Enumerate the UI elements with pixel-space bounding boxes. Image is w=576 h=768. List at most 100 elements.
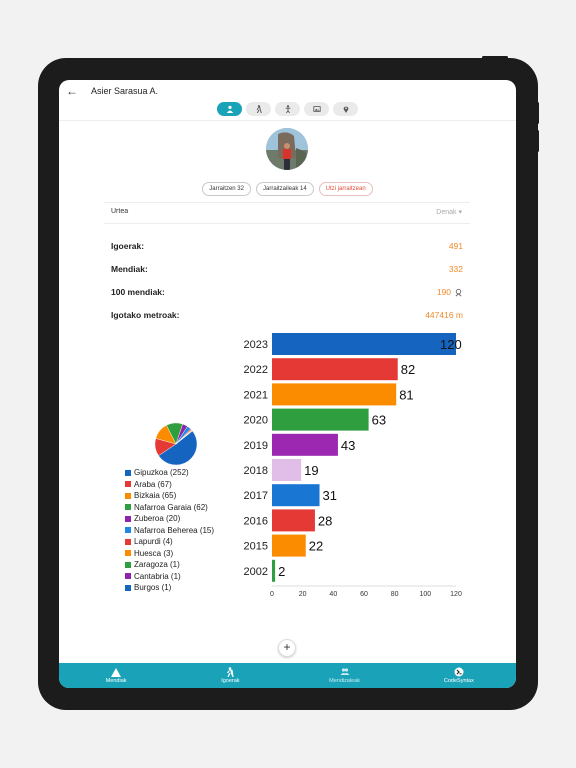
hiker-icon xyxy=(256,105,262,113)
year-bar-chart: 2023 1202022 822021 812020 632019 432018 19201… xyxy=(244,333,462,598)
profile-photo xyxy=(266,128,308,170)
follow-actions: Jarraitzen 32 Jarraitzaileak 14 Utzi jar… xyxy=(59,182,516,196)
mountain-icon xyxy=(111,668,122,677)
legend-item: Lapurdi (4) xyxy=(125,536,214,548)
page-title: Asier Sarasua A. xyxy=(91,86,159,96)
x-tick-label: 40 xyxy=(329,591,337,598)
bar-value-label: 31 xyxy=(323,488,337,503)
divider xyxy=(104,223,470,224)
legend-item: Huesca (3) xyxy=(125,548,214,560)
legend-item: Gipuzkoa (252) xyxy=(125,467,214,479)
year-select-value: Denak xyxy=(436,209,457,216)
bar xyxy=(272,459,302,481)
bar-category-label: 2023 xyxy=(244,339,268,351)
device-side-button xyxy=(536,130,539,152)
nav-label: Igoerak xyxy=(221,678,240,684)
nav-label: CodeSyntax xyxy=(443,678,474,684)
bar-category-label: 2019 xyxy=(244,440,268,452)
hiker-icon xyxy=(227,667,234,677)
province-pie-chart xyxy=(154,422,198,466)
tab-photos[interactable] xyxy=(304,102,329,116)
bar-category-label: 2016 xyxy=(244,515,268,527)
bar-category-label: 2022 xyxy=(244,364,268,376)
bar-value-label: 120 xyxy=(440,337,462,352)
legend-item: Araba (67) xyxy=(125,479,214,491)
bar-value-label: 22 xyxy=(309,539,323,554)
stat-value: 332 xyxy=(448,264,463,274)
tab-summits[interactable] xyxy=(275,102,300,116)
nav-item-codesyntax[interactable]: CodeSyntax xyxy=(402,663,516,688)
stat-value: 491 xyxy=(448,241,463,251)
legend-label: Zaragoza (1) xyxy=(134,560,180,570)
bar-category-label: 2015 xyxy=(244,541,268,553)
nav-label: Mendiak xyxy=(105,678,127,684)
stat-row-ascents: Igoerak: 491 xyxy=(111,241,463,253)
unfollow-button[interactable]: Utzi jarraitzean xyxy=(318,182,373,196)
legend-swatch xyxy=(125,492,131,499)
bar xyxy=(272,534,306,557)
person-icon xyxy=(226,105,233,113)
year-select[interactable]: Denak ▾ xyxy=(436,208,462,216)
bar xyxy=(272,408,369,431)
bar xyxy=(272,509,315,532)
app-screen: ← Asier Sarasua A. Jarraitzen 32 Jarrait… xyxy=(59,80,516,688)
bar-value-label: 43 xyxy=(341,438,355,453)
bar xyxy=(272,484,320,507)
profile-tabs xyxy=(217,102,358,116)
device-side-button xyxy=(536,102,539,124)
legend-swatch xyxy=(125,515,131,522)
legend-label: Cantabria (1) xyxy=(134,571,181,581)
nav-item-hikers[interactable]: Mendizaleak xyxy=(288,663,402,688)
legend-label: Araba (67) xyxy=(134,479,172,489)
legend-swatch xyxy=(125,469,131,476)
stat-label: Mendiak: xyxy=(111,264,148,274)
tab-profile[interactable] xyxy=(217,102,242,116)
divider xyxy=(104,202,470,203)
bar xyxy=(272,333,456,355)
legend-label: Huesca (3) xyxy=(134,548,174,558)
bottom-nav: Mendiak Igoerak Mendizaleak CodeSyntax xyxy=(59,663,516,688)
legend-swatch xyxy=(125,527,131,534)
legend-item: Cantabria (1) xyxy=(125,571,214,583)
x-tick-label: 120 xyxy=(450,591,462,598)
photos-icon xyxy=(312,106,321,112)
stat-label: 100 mendiak: xyxy=(111,287,165,297)
bar-value-label: 19 xyxy=(304,463,318,478)
x-tick-label: 60 xyxy=(360,591,368,598)
x-tick-label: 20 xyxy=(299,591,307,598)
legend-swatch xyxy=(125,550,131,557)
arrow-left-icon[interactable]: ← xyxy=(66,85,78,97)
legend-label: Burgos (1) xyxy=(134,583,172,593)
bar-category-label: 2017 xyxy=(244,490,268,502)
followers-button[interactable]: Jarraitzaileak 14 xyxy=(255,182,314,196)
bar-value-label: 28 xyxy=(318,513,332,528)
legend-label: Gipuzkoa (252) xyxy=(134,468,189,478)
summit-icon xyxy=(285,105,290,113)
stat-value: 190 xyxy=(436,287,451,297)
bar-value-label: 63 xyxy=(372,413,386,428)
legend-swatch xyxy=(125,573,131,580)
people-icon xyxy=(340,668,350,675)
bar xyxy=(272,383,397,406)
bar-value-label: 82 xyxy=(401,362,415,377)
x-tick-label: 100 xyxy=(419,591,431,598)
codesyntax-logo-icon xyxy=(454,667,464,677)
legend-item: Nafarroa Beherea (15) xyxy=(125,525,214,537)
stat-row-100-mountains: 100 mendiak: 190 xyxy=(111,287,463,299)
bar-category-label: 2021 xyxy=(244,389,268,401)
legend-swatch xyxy=(125,504,131,511)
nav-item-ascents[interactable]: Igoerak xyxy=(173,663,287,688)
divider xyxy=(59,120,516,121)
legend-label: Lapurdi (4) xyxy=(134,537,173,547)
tab-map[interactable] xyxy=(333,102,358,116)
stat-row-mountains: Mendiak: 332 xyxy=(111,264,463,276)
legend-label: Nafarroa Garaia (62) xyxy=(134,502,208,512)
add-button[interactable]: + xyxy=(278,639,296,657)
app-header: ← Asier Sarasua A. xyxy=(59,80,516,100)
legend-item: Bizkaia (65) xyxy=(125,490,214,502)
nav-item-mountains[interactable]: Mendiak xyxy=(59,663,173,688)
following-button[interactable]: Jarraitzen 32 xyxy=(202,182,251,196)
tab-ascents[interactable] xyxy=(246,102,271,116)
device-top-button xyxy=(482,56,508,59)
bar-value-label: 81 xyxy=(399,387,413,402)
